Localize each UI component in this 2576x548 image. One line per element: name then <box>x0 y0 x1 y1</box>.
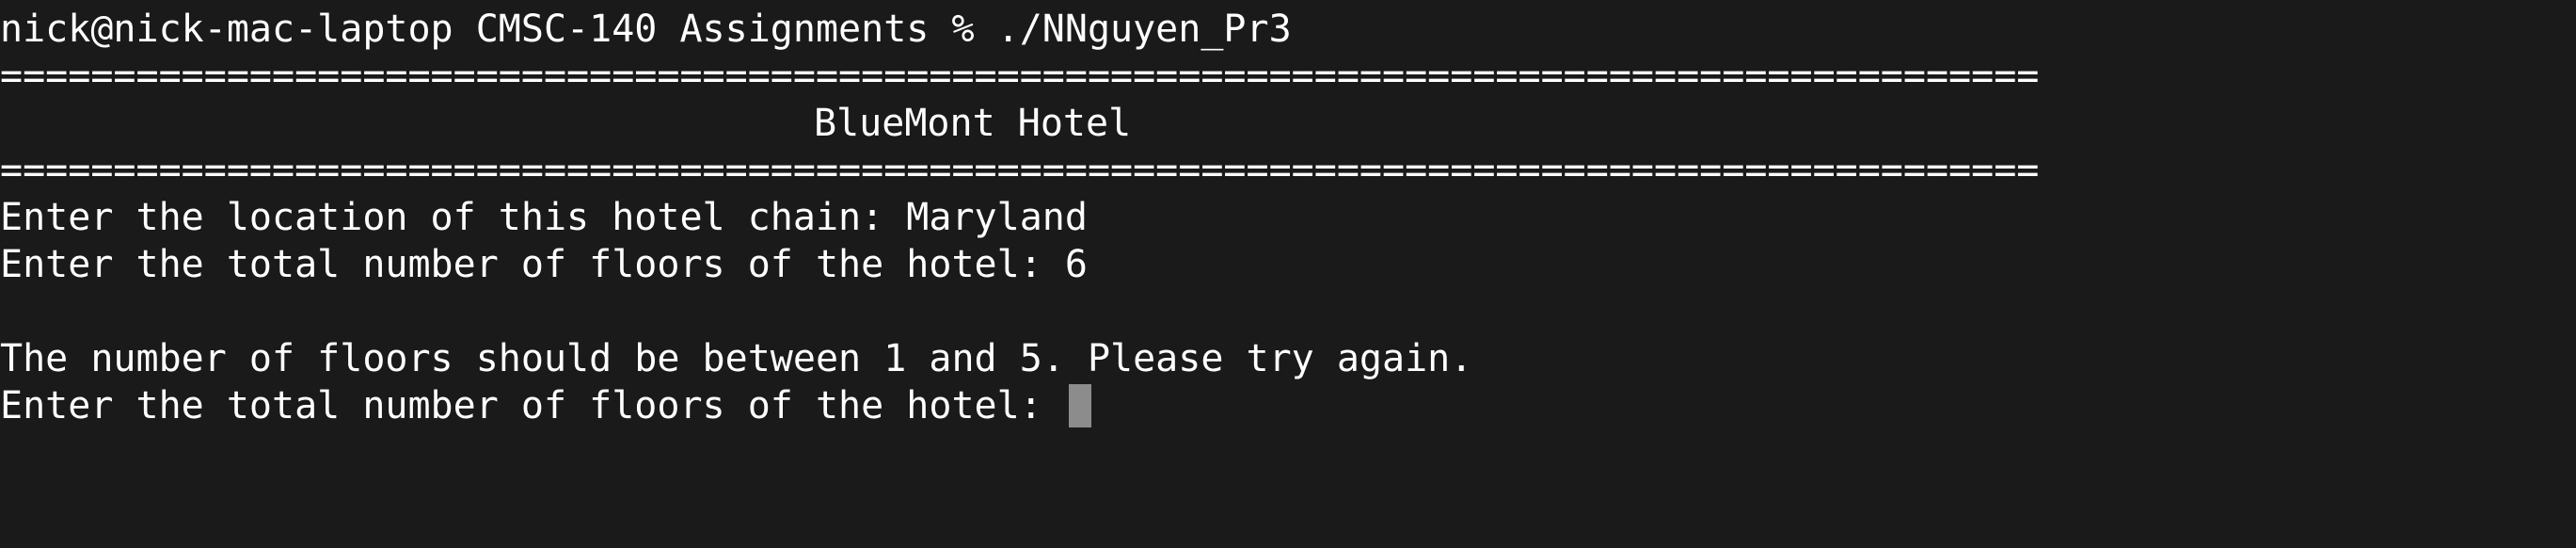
terminal-window[interactable]: nick@nick-mac-laptop CMSC-140 Assignment… <box>0 0 2576 548</box>
text-cursor[interactable] <box>1068 384 1091 427</box>
floors-prompt-line-current[interactable]: Enter the total number of floors of the … <box>0 382 2576 429</box>
separator-top: ========================================… <box>0 55 2040 98</box>
floors-prompt-line-first: Enter the total number of floors of the … <box>0 243 1088 286</box>
floors-error-message: The number of floors should be between 1… <box>0 337 1473 380</box>
floors-prompt-text: Enter the total number of floors of the … <box>0 384 1065 427</box>
hotel-title: BlueMont Hotel <box>814 102 1132 145</box>
separator-bottom: ========================================… <box>0 149 2040 192</box>
command-prompt-line: nick@nick-mac-laptop CMSC-140 Assignment… <box>0 8 1292 51</box>
location-prompt-line: Enter the location of this hotel chain: … <box>0 196 1088 239</box>
